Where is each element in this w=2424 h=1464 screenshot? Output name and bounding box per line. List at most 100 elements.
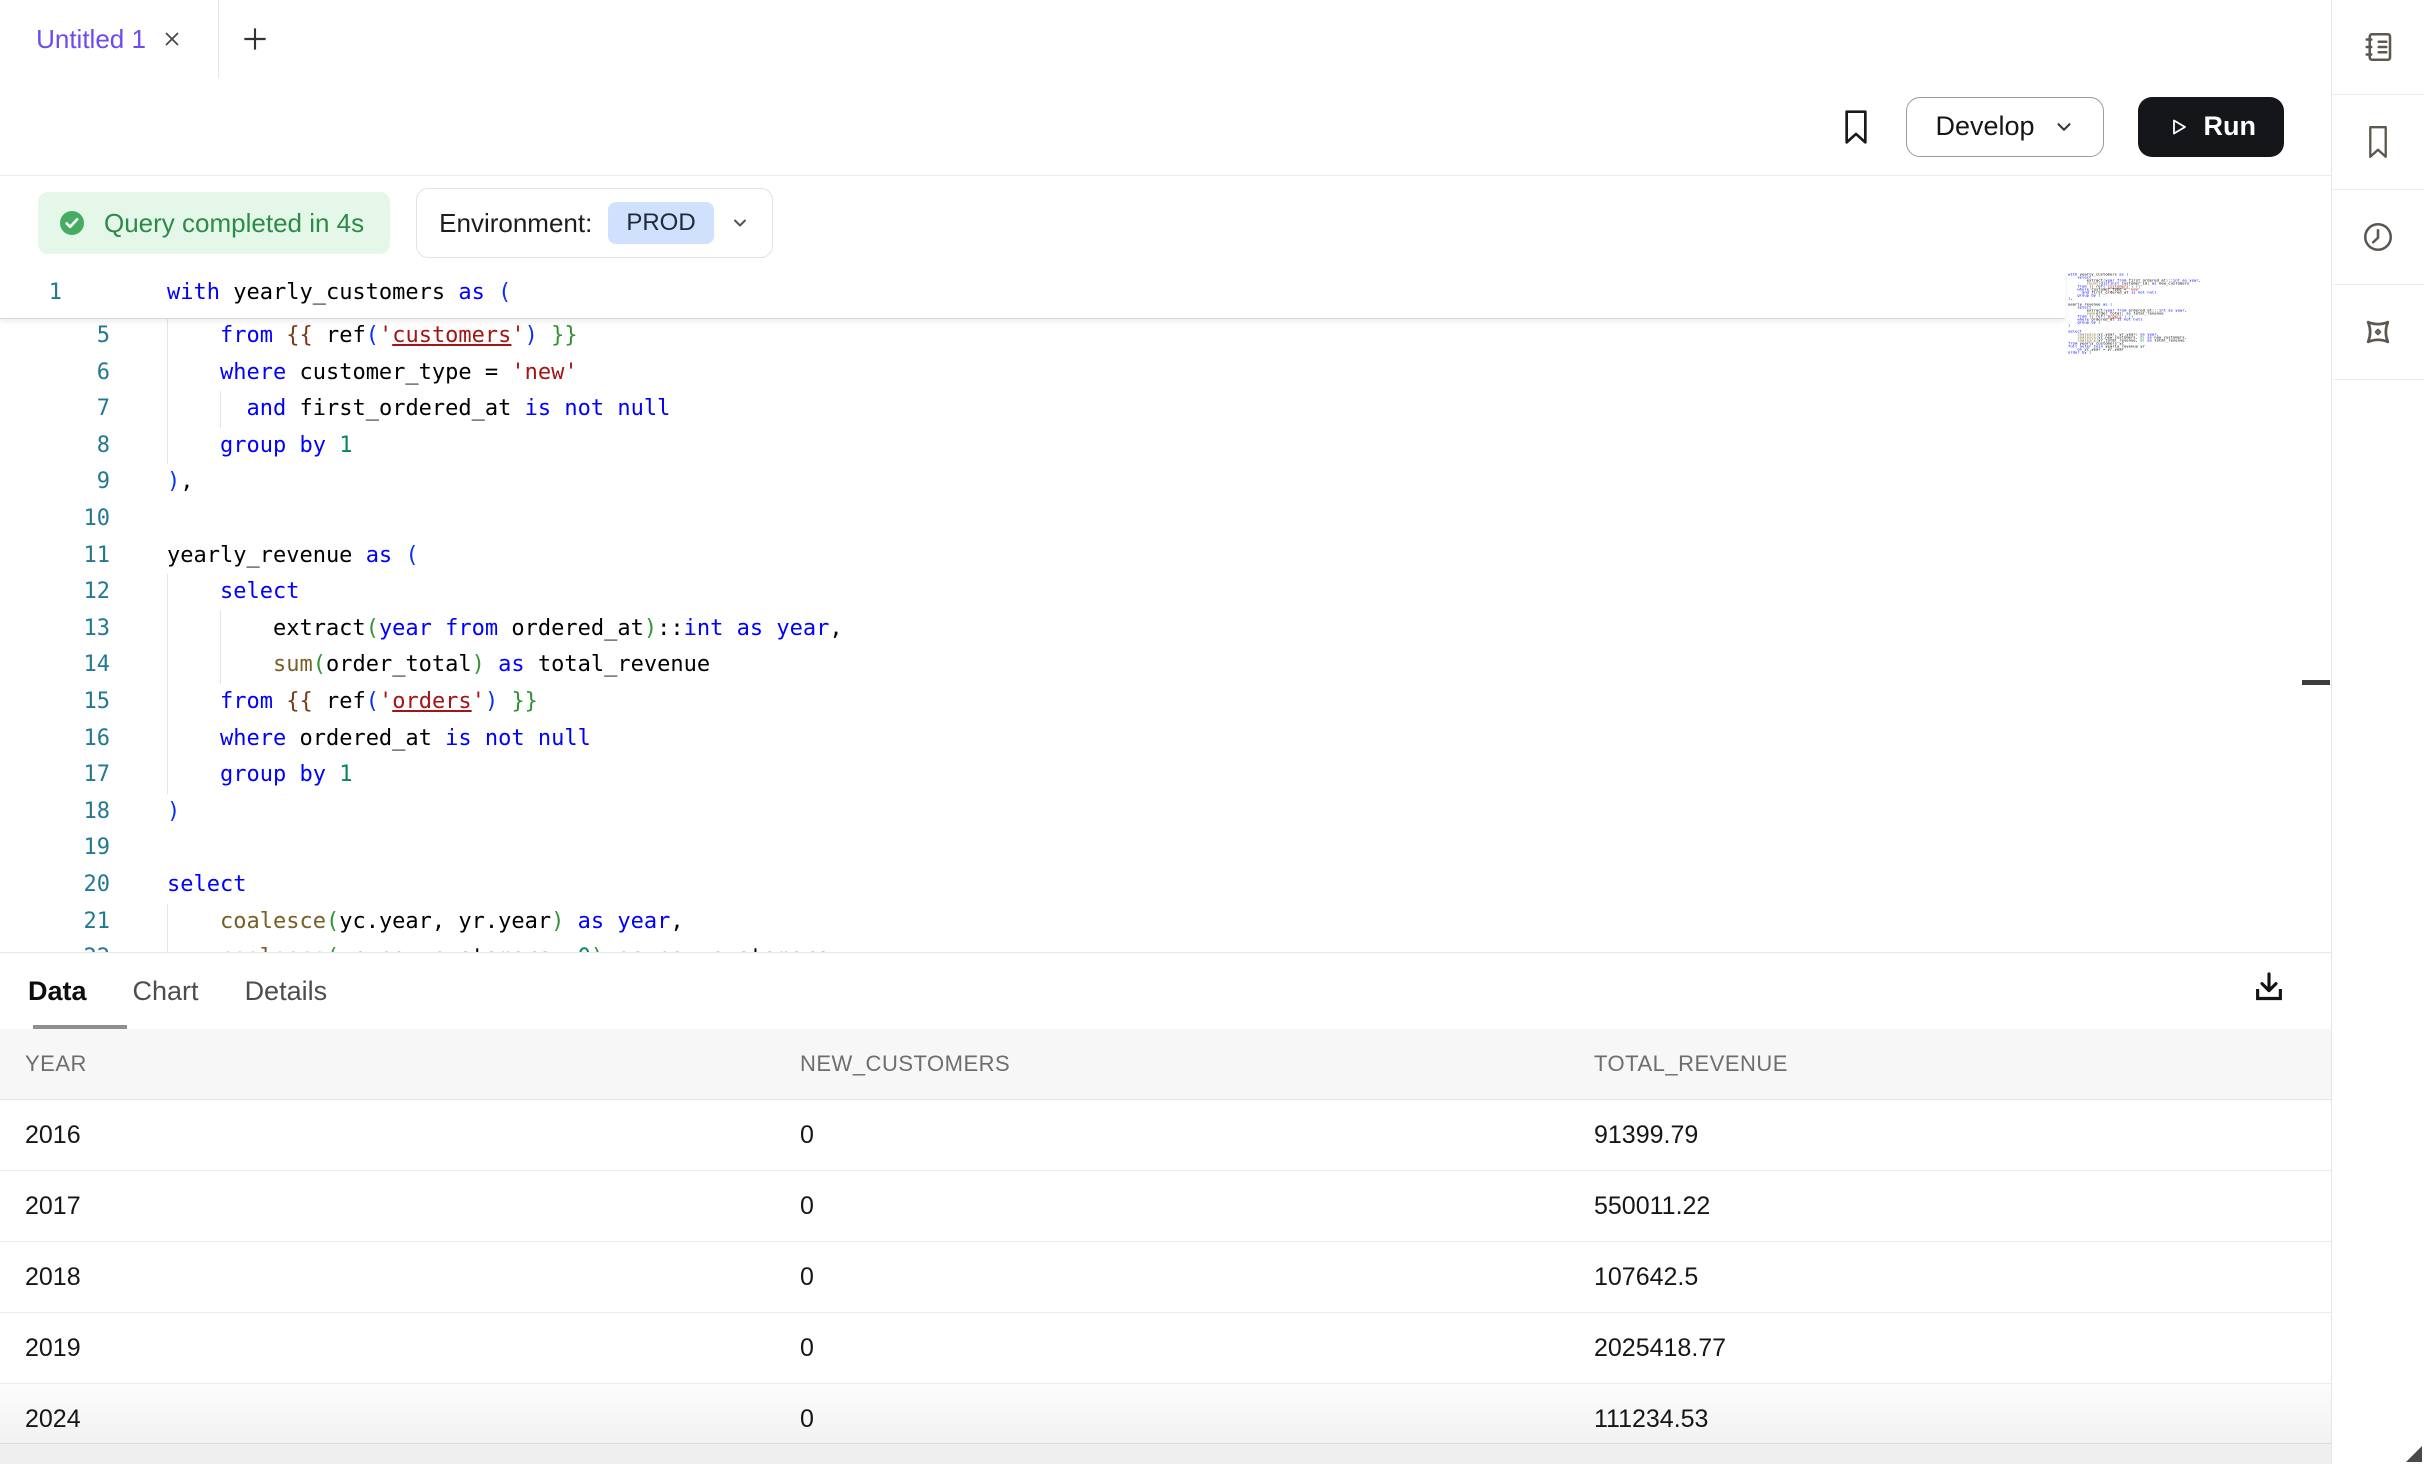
compass-icon: [2359, 313, 2397, 351]
bookmark-button[interactable]: [1840, 108, 1872, 146]
table-row[interactable]: 20170550011.22: [0, 1171, 2331, 1242]
chevron-down-icon: [2053, 116, 2075, 138]
table-cell: 0: [775, 1263, 1569, 1292]
column-header[interactable]: YEAR: [0, 1051, 775, 1077]
code-line: 16 where ordered_at is not null: [0, 721, 2331, 758]
table-row[interactable]: 2016091399.79: [0, 1099, 2331, 1171]
table-cell: 2017: [0, 1192, 775, 1221]
main-column: Untitled 1 Develop Run: [0, 0, 2331, 1464]
table-cell: 0: [775, 1405, 1569, 1434]
code-editor[interactable]: 5 from {{ ref('customers') }}6 where cus…: [0, 270, 2331, 952]
code-line: 22 coalesce(yc.new_customers, 0) as new_…: [0, 940, 2331, 952]
column-header[interactable]: TOTAL_REVENUE: [1569, 1051, 2331, 1077]
sticky-scroll-line[interactable]: 1with yearly_customers as (: [0, 270, 2065, 319]
line-number: 22: [0, 940, 110, 952]
line-number: 6: [0, 355, 110, 392]
overview-ruler-cursor-mark: [2302, 680, 2330, 685]
table-row[interactable]: 201902025418.77: [0, 1313, 2331, 1384]
table-cell: 0: [775, 1192, 1569, 1221]
table-cell: 2024: [0, 1405, 775, 1434]
rail-button-history[interactable]: [2332, 190, 2424, 285]
chevron-down-icon: [730, 213, 750, 233]
line-number: 12: [0, 574, 110, 611]
code-line: 18): [0, 794, 2331, 831]
status-row: Query completed in 4s Environment: PROD: [0, 176, 2331, 270]
app-window: Untitled 1 Develop Run: [0, 0, 2424, 1464]
results-tabs: Data Chart Details: [0, 953, 2331, 1029]
results-tab-details[interactable]: Details: [245, 976, 328, 1007]
line-number: 8: [0, 428, 110, 465]
code-line: 5 from {{ ref('customers') }}: [0, 318, 2331, 355]
develop-label: Develop: [1935, 111, 2034, 142]
run-button[interactable]: Run: [2138, 97, 2284, 157]
code-line: 10: [0, 501, 2331, 538]
results-tab-data[interactable]: Data: [28, 976, 87, 1007]
table-body: 2016091399.7920170550011.2220180107642.5…: [0, 1099, 2331, 1455]
query-status-text: Query completed in 4s: [104, 208, 364, 239]
editor-lines: 5 from {{ ref('customers') }}6 where cus…: [0, 318, 2331, 952]
history-icon: [2360, 219, 2396, 255]
tab-title: Untitled 1: [36, 24, 146, 55]
environment-label: Environment:: [439, 208, 592, 239]
line-number: 20: [0, 867, 110, 904]
resize-grip[interactable]: [2406, 1446, 2422, 1462]
minimap-code: with yearly_customers as ( select extrac…: [2068, 273, 2218, 354]
table-row[interactable]: 20180107642.5: [0, 1242, 2331, 1313]
horizontal-scrollbar-track[interactable]: [0, 1443, 2331, 1464]
code-line: 9),: [0, 464, 2331, 501]
line-number: 10: [0, 501, 110, 538]
table-cell: 2016: [0, 1121, 775, 1150]
query-status-badge: Query completed in 4s: [38, 192, 390, 254]
environment-value-badge: PROD: [608, 202, 713, 244]
line-number: 16: [0, 721, 110, 758]
table-cell: 107642.5: [1569, 1263, 2331, 1292]
table-cell: 2018: [0, 1263, 775, 1292]
code-line: 20select: [0, 867, 2331, 904]
notebook-icon: [2360, 29, 2396, 65]
rail-button-bookmark[interactable]: [2332, 95, 2424, 190]
check-circle-icon: [56, 207, 88, 239]
line-number: 19: [0, 830, 110, 867]
line-number: 5: [0, 318, 110, 355]
code-line: 19: [0, 830, 2331, 867]
line-number: 17: [0, 757, 110, 794]
line-number: 21: [0, 904, 110, 941]
table-cell: 550011.22: [1569, 1192, 2331, 1221]
line-number: 1: [0, 270, 70, 316]
code-line: 15 from {{ ref('orders') }}: [0, 684, 2331, 721]
code-line: 12 select: [0, 574, 2331, 611]
table-cell: 2019: [0, 1334, 775, 1363]
environment-selector[interactable]: Environment: PROD: [416, 188, 773, 258]
code-line: 11yearly_revenue as (: [0, 538, 2331, 575]
table-header-row: YEARNEW_CUSTOMERSTOTAL_REVENUE: [0, 1029, 2331, 1099]
run-label: Run: [2204, 111, 2256, 142]
editor-tab-bar: Untitled 1: [0, 0, 2331, 79]
results-panel: Data Chart Details YEARNEW_CUSTOMERSTOTAL_…: [0, 952, 2331, 1464]
code-line: 21 coalesce(yc.year, yr.year) as year,: [0, 904, 2331, 941]
line-number: 11: [0, 538, 110, 575]
new-tab-button[interactable]: [239, 0, 271, 78]
code-line: 14 sum(order_total) as total_revenue: [0, 647, 2331, 684]
tab-untitled-1[interactable]: Untitled 1: [0, 0, 219, 78]
bookmark-icon: [2362, 124, 2394, 160]
code-line: 6 where customer_type = 'new': [0, 355, 2331, 392]
download-icon[interactable]: [2248, 967, 2290, 1009]
rail-button-compass[interactable]: [2332, 285, 2424, 380]
develop-button[interactable]: Develop: [1906, 97, 2103, 157]
table-cell: 0: [775, 1334, 1569, 1363]
column-header[interactable]: NEW_CUSTOMERS: [775, 1051, 1569, 1077]
rail-button-notebook[interactable]: [2332, 0, 2424, 95]
minimap[interactable]: with yearly_customers as ( select extrac…: [2068, 273, 2218, 383]
code-line: 17 group by 1: [0, 757, 2331, 794]
play-icon: [2166, 115, 2190, 139]
results-tab-chart[interactable]: Chart: [133, 976, 199, 1007]
table-cell: 91399.79: [1569, 1121, 2331, 1150]
line-number: 18: [0, 794, 110, 831]
code-line: 8 group by 1: [0, 428, 2331, 465]
line-number: 7: [0, 391, 110, 428]
right-icon-rail: [2331, 0, 2424, 1464]
line-number: 9: [0, 464, 110, 501]
code-line: 7 and first_ordered_at is not null: [0, 391, 2331, 428]
close-tab-icon[interactable]: [162, 29, 182, 49]
table-cell: 0: [775, 1121, 1569, 1150]
